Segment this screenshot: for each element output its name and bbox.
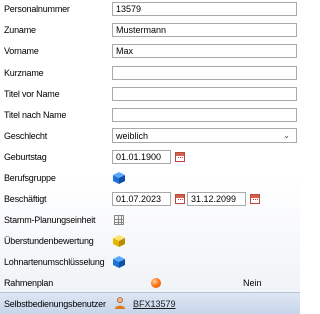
geburtstag-input[interactable]: 01.01.1900 xyxy=(112,150,171,164)
selbstbedienungsbenutzer-link[interactable]: BFX13579 xyxy=(133,293,176,314)
titel-nach-name-input[interactable] xyxy=(112,108,297,122)
beschaeftigt-label: Beschäftigt xyxy=(4,194,47,204)
row-kurzname: Kurzname xyxy=(0,66,300,80)
kurzname-input[interactable] xyxy=(112,66,297,80)
calendar-icon[interactable] xyxy=(250,194,260,204)
row-titel-vor-name: Titel vor Name xyxy=(0,87,300,101)
ueberstundenbewertung-label: Überstundenbewertung xyxy=(4,236,94,246)
row-personalnummer: Personalnummer 13579 xyxy=(0,2,300,16)
rahmenplan-value: Nein xyxy=(243,278,262,288)
titel-nach-name-label: Titel nach Name xyxy=(4,110,67,120)
vorname-label: Vorname xyxy=(4,46,39,56)
row-ueberstundenbewertung: Überstundenbewertung xyxy=(0,234,300,248)
row-vorname: Vorname Max xyxy=(0,44,300,58)
row-rahmenplan: Rahmenplan Nein xyxy=(0,276,300,290)
geschlecht-select[interactable]: weiblich ⌄ xyxy=(112,128,297,143)
row-stamm-planungseinheit: Stamm-Planungseinheit xyxy=(0,213,300,227)
row-zuname: Zuname Mustermann xyxy=(0,23,300,37)
calendar-icon[interactable] xyxy=(175,194,185,204)
zuname-label: Zuname xyxy=(4,25,36,35)
selbstbedienungsbenutzer-label: Selbstbedienungsbenutzer xyxy=(4,298,106,309)
stamm-planungseinheit-label: Stamm-Planungseinheit xyxy=(4,215,96,225)
titel-vor-name-input[interactable] xyxy=(112,87,297,101)
lohnartenumschluesselung-label: Lohnartenumschlüsselung xyxy=(4,257,105,267)
kurzname-label: Kurzname xyxy=(4,68,44,78)
orange-status-dot xyxy=(151,278,161,288)
employee-form: Personalnummer 13579 Zuname Mustermann V… xyxy=(0,0,300,314)
vorname-input[interactable]: Max xyxy=(112,44,297,58)
chevron-down-icon[interactable]: ⌄ xyxy=(283,131,290,140)
geschlecht-label: Geschlecht xyxy=(4,130,48,141)
calendar-icon[interactable] xyxy=(175,152,185,162)
footer-bar: Selbstbedienungsbenutzer BFX13579 xyxy=(0,292,300,314)
personalnummer-input[interactable]: 13579 xyxy=(112,2,297,16)
row-lohnartenumschluesselung: Lohnartenumschlüsselung xyxy=(0,255,300,269)
personalnummer-label: Personalnummer xyxy=(4,4,70,14)
grid-icon[interactable] xyxy=(114,215,124,225)
zuname-input[interactable]: Mustermann xyxy=(112,23,297,37)
beschaeftigt-from-input[interactable]: 01.07.2023 xyxy=(112,192,171,206)
titel-vor-name-label: Titel vor Name xyxy=(4,89,60,99)
user-icon xyxy=(115,297,125,309)
row-titel-nach-name: Titel nach Name xyxy=(0,108,300,122)
blue-cube-icon[interactable] xyxy=(113,172,125,184)
yellow-cube-icon[interactable] xyxy=(113,235,125,247)
row-geburtstag: Geburtstag 01.01.1900 xyxy=(0,150,300,164)
beschaeftigt-to-input[interactable]: 31.12.2099 xyxy=(187,192,246,206)
row-beschaeftigt: Beschäftigt 01.07.2023 31.12.2099 xyxy=(0,192,300,206)
geschlecht-selected-value: weiblich xyxy=(116,130,149,141)
blue-cube-icon[interactable] xyxy=(113,256,125,268)
row-berufsgruppe: Berufsgruppe xyxy=(0,171,300,185)
geburtstag-label: Geburtstag xyxy=(4,152,47,162)
row-geschlecht: Geschlecht weiblich ⌄ xyxy=(0,128,300,143)
rahmenplan-label: Rahmenplan xyxy=(4,278,54,288)
berufsgruppe-label: Berufsgruppe xyxy=(4,173,56,183)
